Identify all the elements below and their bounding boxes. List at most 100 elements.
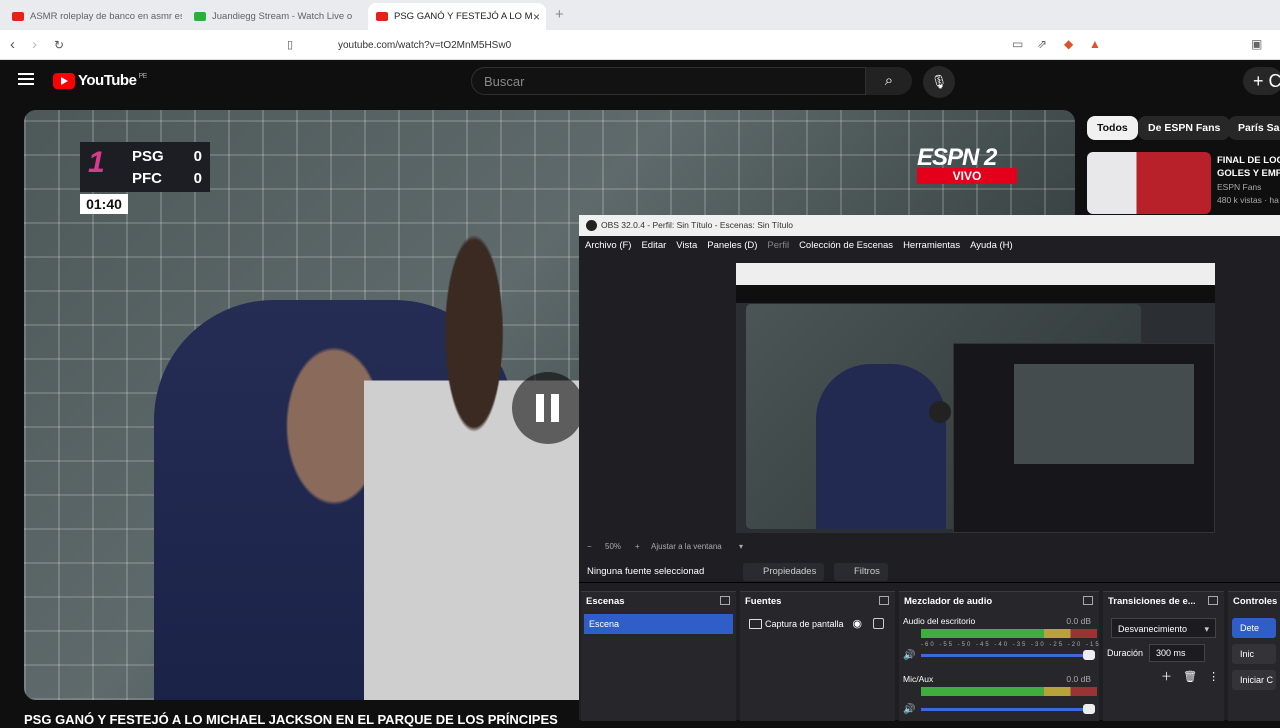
more-icon[interactable]: ⋮: [1208, 671, 1219, 683]
trash-icon[interactable]: 🗑: [1183, 671, 1197, 683]
dock-float-icon[interactable]: [879, 596, 889, 605]
duration-input[interactable]: 300 ms: [1149, 644, 1206, 662]
live-badge: VIVO: [917, 168, 1017, 184]
team1-name: PSG: [132, 148, 164, 165]
add-icon[interactable]: ＋: [1161, 671, 1172, 683]
microphone-icon[interactable]: 🎙: [923, 66, 955, 98]
bookmark-icon[interactable]: ▯: [287, 38, 293, 51]
channel-db: 0.0 dB: [1066, 616, 1091, 626]
team2-score: 0: [193, 170, 202, 187]
youtube-logo[interactable]: YouTube PE: [53, 72, 147, 89]
fit-dropdown-icon[interactable]: ▾: [739, 538, 743, 556]
scenes-dock: Escenas Escena: [581, 591, 736, 721]
chip-paris[interactable]: París Sai: [1228, 116, 1280, 140]
preview-nested-video: [1014, 364, 1194, 464]
browser-tab-bar: ASMR roleplay de banco en asmr es Juandi…: [0, 0, 1280, 30]
preview-youtube-bar: [736, 285, 1215, 303]
start-recording-button[interactable]: Inic: [1232, 644, 1276, 664]
controls-header: Controles: [1233, 596, 1278, 607]
properties-button[interactable]: Propiedades: [743, 563, 825, 581]
obs-title-bar: OBS 32.0.4 - Perfil: Sin Título - Escena…: [579, 215, 1280, 236]
browser-tab-1[interactable]: ASMR roleplay de banco en asmr es: [4, 3, 182, 30]
mixer-channel-mic: Mic/Aux 0.0 dB 🔊: [899, 670, 1099, 728]
dock-float-icon[interactable]: [1208, 596, 1218, 605]
reload-icon[interactable]: ↻: [54, 38, 64, 52]
filters-label: Filtros: [854, 566, 880, 577]
source-label: Captura de pantalla: [765, 619, 844, 629]
properties-label: Propiedades: [763, 566, 817, 577]
no-source-label: Ninguna fuente seleccionad: [587, 566, 705, 577]
volume-meter: [921, 687, 1097, 696]
volume-slider-handle[interactable]: [1083, 650, 1095, 660]
volume-slider-handle[interactable]: [1083, 704, 1095, 714]
url-field[interactable]: youtube.com/watch?v=tO2MnM5HSw0: [310, 34, 1000, 56]
preview-pause-icon: [929, 401, 951, 423]
match-clock: 01:40: [80, 194, 128, 214]
search-input[interactable]: Buscar: [471, 67, 866, 95]
scene-item[interactable]: Escena: [584, 614, 733, 634]
obs-menu-bar: Archivo (F) Editar Vista Paneles (D) Per…: [579, 236, 1280, 256]
create-button[interactable]: + C: [1243, 67, 1280, 95]
speaker-icon[interactable]: 🔊: [903, 704, 915, 715]
browser-tab-3-active[interactable]: PSG GANÓ Y FESTEJÓ A LO M ×: [368, 3, 546, 30]
brave-shield-icon[interactable]: ◆: [1064, 37, 1073, 51]
start-virtual-camera-button[interactable]: Iniciar C: [1232, 670, 1276, 690]
zoom-out-icon[interactable]: −: [587, 538, 592, 556]
pause-icon[interactable]: [512, 372, 584, 444]
visibility-eye-icon[interactable]: ◉: [852, 614, 862, 634]
new-tab-icon[interactable]: +: [555, 6, 564, 23]
chip-todos[interactable]: Todos: [1087, 116, 1138, 140]
sources-dock: Fuentes Captura de pantalla ◉: [740, 591, 895, 721]
dock-float-icon[interactable]: [720, 596, 730, 605]
menu-paneles[interactable]: Paneles (D): [707, 236, 757, 256]
menu-perfil[interactable]: Perfil: [767, 236, 789, 256]
preview-nested-obs: [953, 343, 1215, 533]
dock-float-icon[interactable]: [1083, 596, 1093, 605]
tab-title: PSG GANÓ Y FESTEJÓ A LO M: [394, 11, 533, 22]
menu-editar[interactable]: Editar: [641, 236, 666, 256]
controls-dock: Controles Dete Inic Iniciar C: [1228, 591, 1280, 721]
fit-window-label[interactable]: Ajustar a la ventana: [651, 538, 722, 556]
youtube-favicon-icon: [12, 12, 24, 21]
browser-tab-2[interactable]: Juandiegg Stream - Watch Live o: [186, 3, 364, 30]
share-icon[interactable]: ⇗: [1037, 37, 1047, 51]
recommended-title: FINAL DE LOC GOLES Y EMP: [1217, 155, 1280, 179]
volume-slider[interactable]: [921, 708, 1091, 711]
url-text: youtube.com/watch?v=tO2MnM5HSw0: [338, 39, 512, 51]
chip-espn-fans[interactable]: De ESPN Fans: [1138, 116, 1231, 140]
zoom-in-icon[interactable]: +: [635, 538, 640, 556]
source-item[interactable]: Captura de pantalla ◉: [743, 614, 892, 634]
lock-icon[interactable]: [873, 618, 884, 629]
transitions-dock: Transiciones de e... Desvanecimiento Dur…: [1103, 591, 1224, 721]
region-code: PE: [138, 73, 147, 80]
menu-icon[interactable]: [18, 73, 34, 85]
back-icon[interactable]: ‹: [10, 36, 15, 53]
menu-ayuda[interactable]: Ayuda (H): [970, 236, 1013, 256]
cast-icon[interactable]: ▭: [1012, 37, 1023, 51]
close-tab-icon[interactable]: ×: [533, 10, 540, 24]
obs-preview[interactable]: [736, 263, 1215, 533]
transition-select[interactable]: Desvanecimiento: [1111, 618, 1216, 639]
recommended-video[interactable]: FINAL DE LOC GOLES Y EMP ESPN Fans 480 k…: [1087, 152, 1280, 214]
channel-db: 0.0 dB: [1066, 674, 1091, 684]
rewards-icon[interactable]: ▲: [1089, 37, 1101, 51]
sidebar-toggle-icon[interactable]: ▣: [1251, 37, 1262, 51]
menu-coleccion-escenas[interactable]: Colección de Escenas: [799, 236, 893, 256]
volume-slider[interactable]: [921, 654, 1091, 657]
source-toolbar: Ninguna fuente seleccionad Propiedades F…: [579, 561, 1280, 583]
menu-archivo[interactable]: Archivo (F): [585, 236, 631, 256]
recommended-channel: ESPN Fans: [1217, 182, 1262, 192]
menu-herramientas[interactable]: Herramientas: [903, 236, 960, 256]
filters-button[interactable]: Filtros: [834, 563, 888, 581]
duration-label: Duración: [1107, 648, 1144, 658]
tab-title: Juandiegg Stream - Watch Live o: [212, 11, 353, 22]
speaker-icon[interactable]: 🔊: [903, 650, 915, 661]
transition-actions: ＋ 🗑 ⋮: [1161, 668, 1224, 684]
forward-icon[interactable]: ›: [32, 36, 37, 53]
scenes-header: Escenas: [581, 592, 736, 612]
transition-duration: Duración 300 ms: [1107, 644, 1220, 662]
youtube-favicon-icon: [376, 12, 388, 21]
menu-vista[interactable]: Vista: [676, 236, 697, 256]
stop-stream-button[interactable]: Dete: [1232, 618, 1276, 638]
search-icon[interactable]: ⌕: [866, 67, 912, 95]
